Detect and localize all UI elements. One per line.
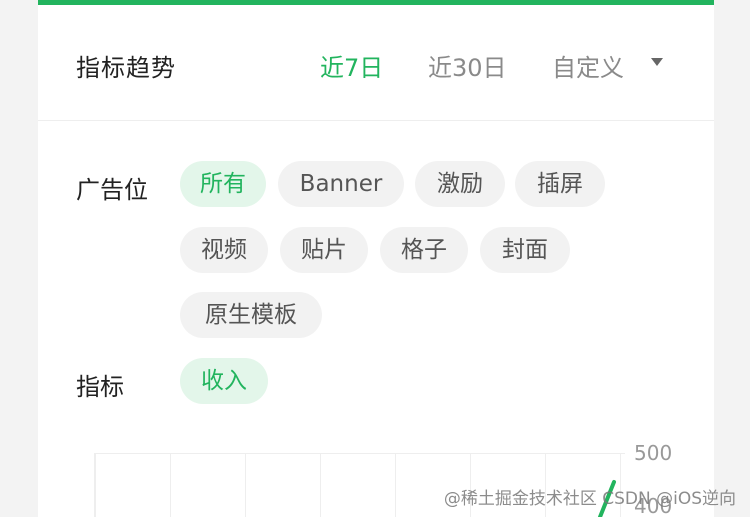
divider bbox=[38, 120, 714, 121]
chip-banner[interactable]: Banner bbox=[278, 161, 404, 207]
metric-label: 指标 bbox=[76, 373, 124, 401]
chip-revenue[interactable]: 收入 bbox=[180, 358, 268, 404]
tab-custom-range[interactable]: 自定义 bbox=[552, 48, 624, 83]
chip-rewarded[interactable]: 激励 bbox=[415, 161, 505, 207]
chip-all[interactable]: 所有 bbox=[180, 161, 266, 207]
watermark: @稀土掘金技术社区 CSDN @iOS逆向 bbox=[443, 489, 736, 509]
chip-cover[interactable]: 封面 bbox=[480, 227, 570, 273]
ad-slot-label: 广告位 bbox=[76, 176, 148, 204]
chip-video[interactable]: 视频 bbox=[180, 227, 268, 273]
section-title: 指标趋势 bbox=[76, 54, 176, 82]
tab-last-30-days[interactable]: 近30日 bbox=[428, 48, 507, 83]
chevron-down-icon[interactable] bbox=[651, 58, 663, 66]
chip-grid[interactable]: 格子 bbox=[380, 227, 468, 273]
y-tick-500: 500 bbox=[634, 441, 673, 465]
chip-interstitial[interactable]: 插屏 bbox=[515, 161, 605, 207]
chip-patch[interactable]: 贴片 bbox=[280, 227, 368, 273]
chip-native-template[interactable]: 原生模板 bbox=[180, 292, 322, 338]
accent-bar bbox=[38, 0, 714, 5]
metrics-card: 指标趋势 近7日 近30日 自定义 广告位 所有 Banner 激励 插屏 视频… bbox=[38, 0, 714, 517]
tab-last-7-days[interactable]: 近7日 bbox=[320, 48, 383, 83]
